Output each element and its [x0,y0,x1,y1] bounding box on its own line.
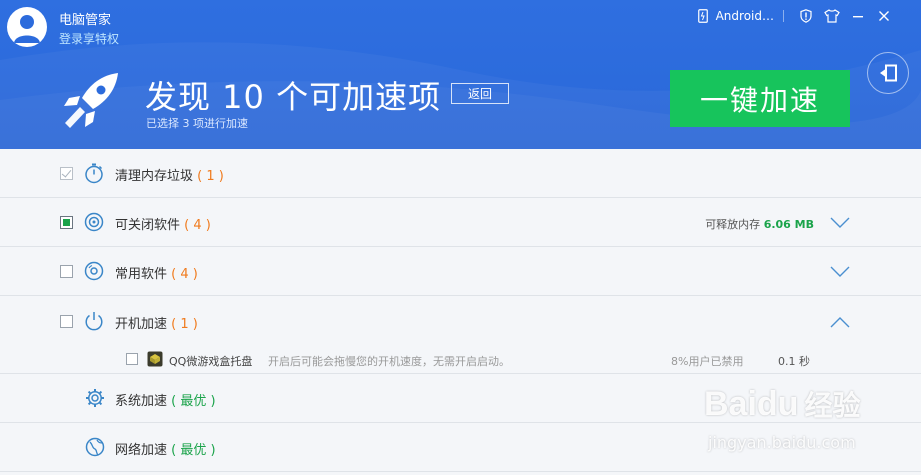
acceleration-list: 清理内存垃圾 ( 1 ) 可关闭软件 ( 4 ) 可释放内存 6.06 MB 常… [0,149,921,475]
startup-sub-item[interactable]: QQ微游戏盒托盘 开启后可能会拖慢您的开机速度，无需开启启动。 8%用户已禁用 … [0,347,921,374]
item-count: ( 4 ) [184,218,211,233]
startup-time-cost: 0.1 秒 [778,355,810,368]
item-label-row: 网络加速 ( 最优 ) [115,439,216,458]
gear-icon [86,389,104,407]
target-disc-icon [84,212,104,232]
login-privilege-link[interactable]: 登录享特权 [59,30,119,47]
item-label-row: 系统加速 ( 最优 ) [115,390,216,409]
list-item-system-acceleration: 系统加速 ( 最优 ) [0,374,921,423]
list-item-clean-memory[interactable]: 清理内存垃圾 ( 1 ) [0,149,921,198]
item-label-row: 可关闭软件 ( 4 ) [115,214,211,233]
item-label-row: 开机加速 ( 1 ) [115,313,198,332]
chevron-down-icon[interactable] [830,217,850,229]
memory-value: 6.06 MB [763,218,814,231]
startup-item-name: QQ微游戏盒托盘 [169,355,253,368]
item-label: 网络加速 [115,443,168,458]
checkbox[interactable] [60,216,73,229]
checkbox[interactable] [60,265,73,278]
android-label: Android… [715,9,774,23]
checkbox[interactable] [60,315,73,328]
rocket-icon [64,73,118,128]
shield-icon[interactable] [798,8,814,24]
close-icon[interactable] [876,8,892,24]
item-count: ( 1 ) [197,169,224,184]
list-item-network-acceleration: 网络加速 ( 最优 ) [0,423,921,472]
user-icon [14,15,40,43]
phone-icon [695,8,711,24]
item-count: ( 1 ) [171,317,198,332]
item-label: 可关闭软件 [115,218,181,233]
exit-arrow-icon [880,64,897,82]
checkbox[interactable] [126,353,138,365]
avatar[interactable] [7,7,47,47]
item-label: 清理内存垃圾 [115,169,194,184]
item-label-row: 常用软件 ( 4 ) [115,263,198,282]
item-label: 开机加速 [115,317,168,332]
item-count: ( 4 ) [171,267,198,282]
chevron-down-icon[interactable] [830,266,850,278]
list-item-common-software[interactable]: 常用软件 ( 4 ) [0,247,921,296]
scan-result-title: 发现 10 个可加速项 [145,78,442,116]
separator [783,10,784,22]
startup-item-description: 开启后可能会拖慢您的开机速度，无需开启启动。 [268,355,510,368]
skin-shirt-icon[interactable] [824,8,840,24]
one-click-accelerate-button[interactable]: 一键加速 [670,70,850,127]
app-name: 电脑管家 [59,13,112,28]
minimize-icon[interactable] [850,8,866,24]
back-button[interactable]: 返回 [451,83,509,104]
disc-icon [84,261,104,281]
list-item-closable-software[interactable]: 可关闭软件 ( 4 ) 可释放内存 6.06 MB [0,198,921,247]
selection-summary: 已选择 3 项进行加速 [146,117,248,130]
checkbox[interactable] [60,167,73,180]
power-icon [85,312,103,331]
title-bar-controls: Android… [690,7,897,25]
stopwatch-icon [85,163,103,184]
item-label-row: 清理内存垃圾 ( 1 ) [115,165,224,184]
android-device-button[interactable]: Android… [690,8,774,24]
item-status: ( 最优 ) [171,443,216,458]
item-status: ( 最优 ) [171,394,216,409]
header-banner: 电脑管家 登录享特权 Android… 发现 10 个可加速项 返回 已选择 3 [0,0,921,149]
item-label: 系统加速 [115,394,168,409]
item-label: 常用软件 [115,267,168,282]
releasable-memory: 可释放内存 6.06 MB [705,216,814,232]
disabled-user-ratio: 8%用户已禁用 [671,355,744,368]
chevron-up-icon[interactable] [830,316,850,328]
memory-label: 可释放内存 [705,218,761,231]
game-box-icon [147,351,163,367]
exit-panel-button[interactable] [867,52,909,94]
network-globe-icon [85,437,105,457]
